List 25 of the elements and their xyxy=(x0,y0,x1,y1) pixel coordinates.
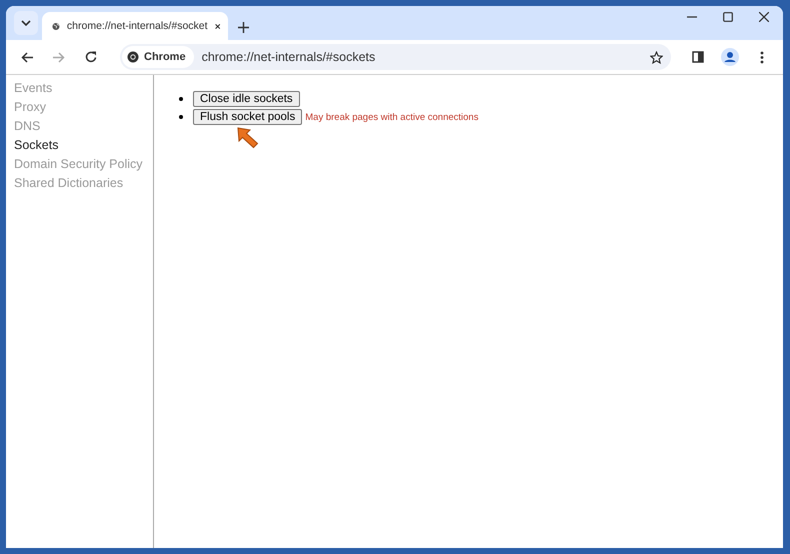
url-text: chrome://net-internals/#sockets xyxy=(202,50,376,64)
action-button[interactable]: Close idle sockets xyxy=(193,91,300,107)
profile-avatar-icon[interactable] xyxy=(721,48,739,66)
reload-icon xyxy=(85,51,97,63)
new-tab-icon[interactable] xyxy=(238,22,249,33)
chrome-logo-icon xyxy=(127,51,139,63)
site-chip[interactable]: Chrome xyxy=(122,46,194,68)
menu-icon[interactable] xyxy=(760,50,764,64)
tab-search-button[interactable] xyxy=(14,11,38,35)
warning-text: May break pages with active connections xyxy=(305,112,478,122)
tab-title: chrome://net-internals/#socket xyxy=(66,20,208,32)
chevron-down-icon xyxy=(21,20,31,26)
close-icon[interactable] xyxy=(214,22,220,30)
maximize-icon[interactable] xyxy=(723,12,733,22)
star-icon[interactable] xyxy=(650,50,663,64)
browser-tab[interactable]: chrome://net-internals/#socket xyxy=(42,12,228,40)
forward-arrow-icon xyxy=(53,52,65,62)
bullet xyxy=(179,97,183,101)
back-arrow-icon xyxy=(21,52,33,62)
address-bar[interactable]: Chrome chrome://net-internals/#sockets xyxy=(120,44,671,70)
close-icon[interactable] xyxy=(759,12,769,22)
sidebar-item[interactable]: Sockets xyxy=(6,136,153,155)
bullet xyxy=(179,115,183,119)
action-button[interactable]: Flush socket pools xyxy=(193,109,302,125)
side-panel-icon[interactable] xyxy=(692,51,704,63)
